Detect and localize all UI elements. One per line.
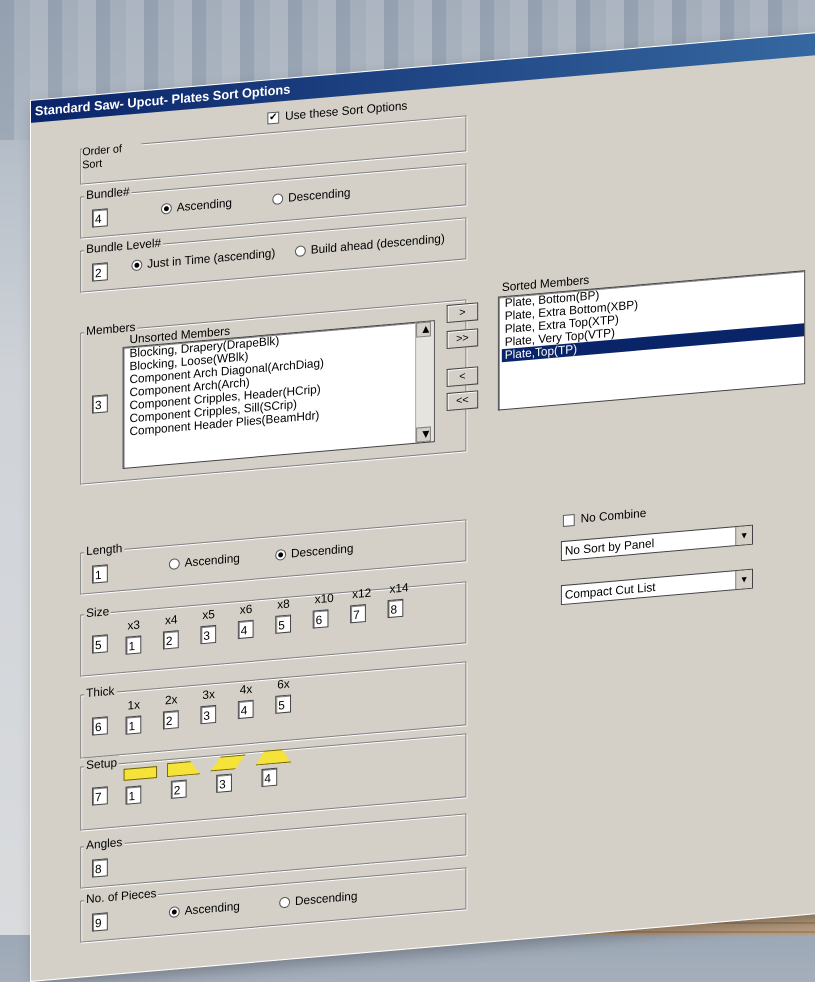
thick-order-field[interactable]: 6 (92, 716, 108, 736)
unsorted-scrollbar[interactable]: ▲ ▼ (415, 321, 434, 443)
size-column-header: x14 (389, 580, 409, 596)
add-member-button[interactable]: > (446, 302, 479, 324)
thick-column-header: 3x (202, 687, 215, 703)
thick-column-field[interactable]: 3 (200, 704, 217, 725)
size-column-header: x6 (239, 601, 253, 617)
size-column-field[interactable]: 8 (387, 598, 404, 619)
no-combine-checkbox[interactable]: No Combine (562, 506, 646, 527)
thick-column-field[interactable]: 5 (275, 694, 292, 714)
panel-sort-dropdown[interactable]: No Sort by Panel ▼ (560, 524, 753, 562)
size-column-header: x4 (164, 612, 178, 628)
setup-column-field[interactable]: 3 (216, 773, 232, 793)
bundle-order-field[interactable]: 4 (92, 208, 108, 228)
size-column-header: x5 (202, 607, 215, 623)
size-column-header: x3 (127, 617, 141, 633)
scroll-up-icon[interactable]: ▲ (416, 321, 432, 338)
members-order-field[interactable]: 3 (92, 394, 108, 414)
thick-column-header: 1x (127, 697, 141, 713)
chevron-down-icon: ▼ (735, 569, 753, 590)
thick-column-field[interactable]: 2 (162, 710, 179, 730)
size-column-field[interactable]: 5 (275, 614, 292, 634)
setup-order-field[interactable]: 7 (92, 786, 108, 806)
size-column-field[interactable]: 6 (312, 609, 329, 629)
bundle-level-order-field[interactable]: 2 (92, 262, 108, 282)
thick-label: Thick (84, 683, 117, 701)
size-label: Size (84, 604, 112, 621)
thick-column-header: 6x (277, 676, 290, 692)
pieces-order-field[interactable]: 9 (92, 912, 108, 932)
sort-options-dialog: Standard Saw- Upcut- Plates Sort Options… (30, 25, 815, 982)
order-label: Order of Sort (82, 141, 142, 173)
sorted-members-list[interactable]: Plate, Bottom(BP) Plate, Extra Bottom(XBP… (497, 270, 806, 411)
cut-list-dropdown[interactable]: Compact Cut List ▼ (560, 568, 753, 606)
angles-order-field[interactable]: 8 (92, 858, 108, 878)
size-column-field[interactable]: 2 (162, 630, 179, 650)
thick-column-field[interactable]: 1 (125, 715, 142, 735)
use-options-checkbox[interactable]: ✔ Use these Sort Options (267, 98, 407, 125)
remove-all-members-button[interactable]: << (446, 390, 479, 412)
remove-member-button[interactable]: < (446, 366, 479, 388)
add-all-members-button[interactable]: >> (446, 328, 479, 350)
setup-column-field[interactable]: 2 (170, 779, 187, 799)
checkmark-icon: ✔ (267, 111, 280, 125)
setup-column-field[interactable]: 4 (261, 767, 278, 788)
chevron-down-icon: ▼ (735, 525, 753, 546)
thick-column-header: 2x (164, 692, 178, 708)
size-column-field[interactable]: 1 (125, 635, 142, 655)
scroll-down-icon[interactable]: ▼ (416, 426, 432, 443)
size-order-field[interactable]: 5 (92, 634, 108, 654)
size-column-header: x8 (277, 596, 290, 612)
size-column-header: x12 (352, 585, 372, 602)
size-column-header: x10 (314, 590, 334, 607)
size-column-field[interactable]: 4 (237, 619, 254, 640)
setup-column-field[interactable]: 1 (125, 785, 142, 805)
setup-label: Setup (84, 755, 120, 773)
thick-column-field[interactable]: 4 (237, 699, 254, 720)
size-column-field[interactable]: 3 (200, 624, 217, 645)
thick-column-header: 4x (239, 681, 253, 697)
size-column-field[interactable]: 7 (350, 604, 366, 624)
length-order-field[interactable]: 1 (92, 564, 108, 584)
